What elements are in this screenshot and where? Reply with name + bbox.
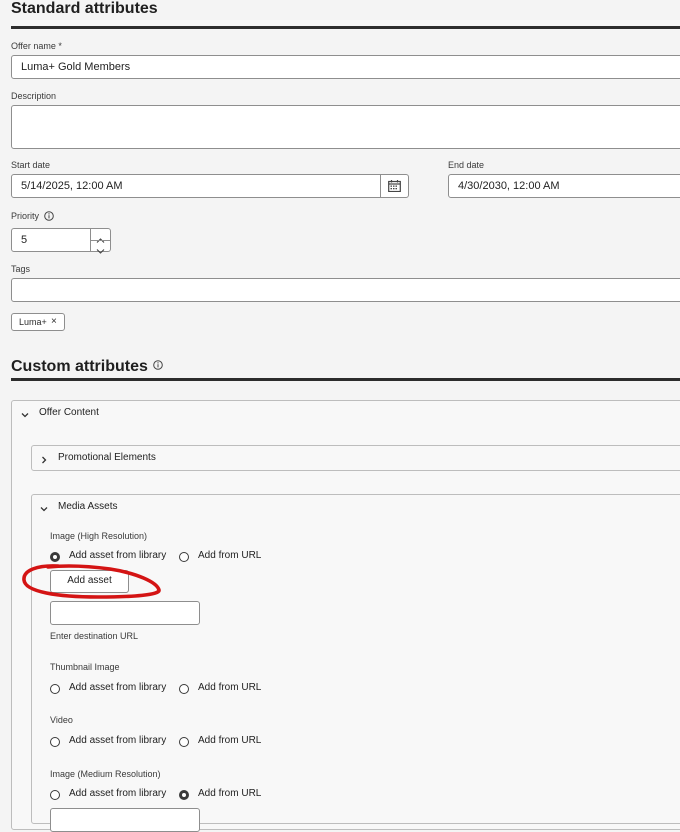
offer-content-header[interactable]: Offer Content <box>39 407 99 418</box>
image-medium-label: Image (Medium Resolution) <box>50 769 161 779</box>
chevron-down-icon[interactable] <box>39 501 49 519</box>
thumbnail-label: Thumbnail Image <box>50 662 120 672</box>
image-medium-library-label: Add asset from library <box>69 788 167 799</box>
video-label: Video <box>50 715 73 725</box>
description-textarea[interactable] <box>11 105 680 149</box>
custom-attributes-divider <box>11 378 680 381</box>
end-date-label: End date <box>448 160 485 170</box>
stepper-divider <box>91 240 111 241</box>
standard-attributes-heading: Standard attributes <box>11 0 158 17</box>
promotional-elements-header[interactable]: Promotional Elements <box>58 452 156 463</box>
destination-url-caption: Enter destination URL <box>50 631 139 641</box>
image-high-url-radio[interactable] <box>179 552 189 562</box>
end-date-input[interactable]: 4/30/2030, 12:00 AM <box>448 174 680 198</box>
thumbnail-library-label: Add asset from library <box>69 682 167 693</box>
thumbnail-url-label: Add from URL <box>198 682 262 693</box>
priority-label: Priority <box>11 211 54 223</box>
annotation-circle <box>22 564 161 599</box>
start-date-value: 5/14/2025, 12:00 AM <box>21 180 123 192</box>
custom-attributes-heading: Custom attributes <box>11 357 164 376</box>
video-url-label: Add from URL <box>198 735 262 746</box>
chevron-right-icon[interactable] <box>39 452 49 470</box>
image-medium-library-radio[interactable] <box>50 790 60 800</box>
image-medium-url-label: Add from URL <box>198 788 262 799</box>
description-label: Description <box>11 91 57 101</box>
video-library-label: Add asset from library <box>69 735 167 746</box>
start-date-input[interactable]: 5/14/2025, 12:00 AM <box>11 174 409 198</box>
calendar-icon[interactable] <box>380 175 408 197</box>
tags-label: Tags <box>11 264 31 274</box>
offer-name-input[interactable]: Luma+ Gold Members <box>11 55 680 79</box>
media-assets-header[interactable]: Media Assets <box>58 501 117 512</box>
standard-attributes-divider <box>11 26 680 29</box>
image-medium-url-radio[interactable] <box>179 790 189 800</box>
destination-url-input[interactable] <box>50 601 200 625</box>
info-icon[interactable] <box>43 211 54 223</box>
tag-chip-label: Luma+ <box>19 317 47 327</box>
image-medium-url-input[interactable] <box>50 808 200 832</box>
chevron-down-icon[interactable] <box>20 407 30 425</box>
tag-chip: Luma+ × <box>11 313 65 331</box>
chevron-down-icon[interactable] <box>96 242 105 260</box>
image-high-label: Image (High Resolution) <box>50 531 148 541</box>
priority-stepper[interactable] <box>90 228 111 254</box>
thumbnail-url-radio[interactable] <box>179 684 189 694</box>
image-high-url-label: Add from URL <box>198 550 262 561</box>
required-indicator: * <box>58 41 62 51</box>
video-library-radio[interactable] <box>50 737 60 747</box>
start-date-label: Start date <box>11 160 51 170</box>
offer-name-label: Offer name * <box>11 41 62 51</box>
tag-remove-icon[interactable]: × <box>51 314 57 330</box>
tags-input[interactable] <box>11 278 680 302</box>
video-url-radio[interactable] <box>179 737 189 747</box>
info-icon[interactable] <box>153 357 164 375</box>
priority-input[interactable]: 5 <box>11 228 91 252</box>
thumbnail-library-radio[interactable] <box>50 684 60 694</box>
